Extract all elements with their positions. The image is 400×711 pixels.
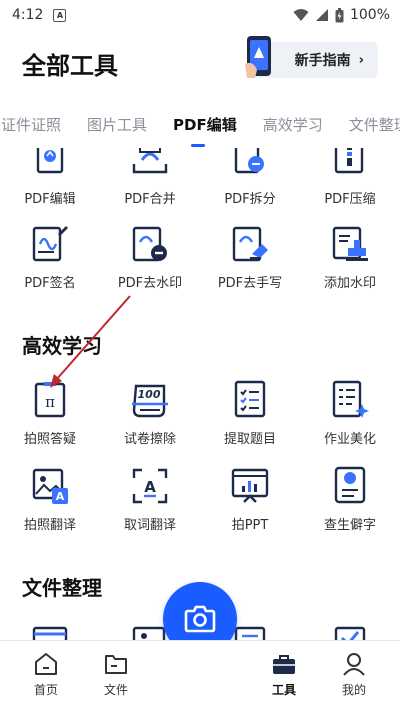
tool-label: 添加水印 [323,276,376,291]
active-tab-indicator [191,144,205,147]
svg-text:A: A [56,490,65,503]
file-check-icon [334,626,366,640]
tool-label: 提取题目 [223,432,276,447]
photo-ppt-icon [231,468,269,503]
status-bar: 4:12 A 100% [0,0,400,30]
tool-label: PDF压缩 [324,192,376,207]
tool-photo-answer[interactable]: π 拍照答疑 [0,380,100,447]
pdf-compress-icon [334,148,364,174]
notification-icon: A [53,8,67,22]
pdf-edit-icon [36,148,64,174]
page-title: 全部工具 [22,52,118,80]
tool-label: PDF去水印 [117,276,183,291]
tool-label: 作业美化 [323,432,376,447]
tool-label: 查生僻字 [323,518,376,533]
tool-pdf-remove-handwriting[interactable]: PDF去手写 [200,224,300,291]
pdf-tools-row-2: PDF签名 PDF去水印 PDF去手写 添加水印 [0,224,400,291]
photo-answer-icon: π [34,382,66,418]
tool-file-4[interactable] [300,624,400,640]
category-tabs: 证件证照 图片工具 PDF编辑 高效学习 文件整理 [0,102,400,148]
svg-text:π: π [45,393,55,411]
pdf-split-icon [234,148,264,174]
nav-home[interactable]: 首页 [16,651,76,698]
homework-beautify-icon [332,380,369,418]
tool-word-translate[interactable]: A 取词翻译 [100,466,200,533]
tool-label: 拍照答疑 [23,432,76,447]
status-time: 4:12 [12,7,44,23]
tool-add-watermark[interactable]: 添加水印 [300,224,400,291]
tool-label: PDF去手写 [217,276,283,291]
tool-exam-erase[interactable]: 100 试卷擦除 [100,380,200,447]
rare-char-icon [334,466,366,504]
chevron-right-icon: › [358,52,364,68]
section-title-study: 高效学习 [22,334,102,358]
tool-pdf-split[interactable]: PDF拆分 [200,148,300,207]
tool-homework-beautify[interactable]: 作业美化 [300,380,400,447]
tool-file-1[interactable] [0,624,100,640]
tool-photo-translate[interactable]: A 拍照翻译 [0,466,100,533]
beginner-guide-button[interactable]: 新手指南 › [244,36,378,78]
add-watermark-icon [332,226,368,261]
tool-pdf-remove-watermark[interactable]: PDF去水印 [100,224,200,291]
nav-profile[interactable]: 我的 [324,651,384,698]
folder-icon [105,655,127,674]
tool-label: 拍PPT [231,518,269,533]
tool-label: PDF签名 [24,276,76,291]
nav-label: 首页 [33,683,58,697]
word-translate-icon: A [132,468,168,504]
pdf-remove-watermark-icon [132,226,167,262]
header: 全部工具 新手指南 › [0,36,400,92]
tool-label: PDF拆分 [224,192,276,207]
extract-question-icon [234,380,266,418]
tool-photo-ppt[interactable]: 拍PPT [200,466,300,533]
guide-label: 新手指南 [294,53,351,69]
file-scan-icon [32,626,68,640]
tab-study[interactable]: 高效学习 [250,114,336,135]
nav-label: 我的 [341,683,366,697]
camera-icon [184,605,216,633]
tool-label: 拍照翻译 [23,518,76,533]
svg-text:100: 100 [138,388,161,401]
pdf-merge-icon [132,148,168,174]
tool-label: 试卷擦除 [123,432,176,447]
tool-list[interactable]: PDF编辑 PDF合并 PDF拆分 PDF压缩 PDF签名 PDF去水印 PDF… [0,148,400,640]
exam-erase-icon: 100 [132,384,168,418]
battery-percent: 100% [349,7,390,23]
nav-label: 文件 [103,683,128,697]
pdf-remove-handwriting-icon [232,226,268,262]
user-icon [343,653,365,676]
svg-text:A: A [144,478,156,496]
pdf-tools-row-1: PDF编辑 PDF合并 PDF拆分 PDF压缩 [0,148,400,207]
tool-label: PDF合并 [124,192,176,207]
nav-label: 工具 [271,683,296,697]
tab-file-organize[interactable]: 文件整理 [336,114,400,135]
tool-extract-question[interactable]: 提取题目 [200,380,300,447]
phone-guide-icon [244,36,271,78]
wifi-icon [293,9,309,21]
tab-pdf-edit[interactable]: PDF编辑 [160,114,250,135]
pdf-sign-icon [32,226,68,262]
study-tools-row-1: π 拍照答疑 100 试卷擦除 提取题目 作业美化 [0,380,400,447]
nav-files[interactable]: 文件 [86,651,146,698]
tool-label: PDF编辑 [24,192,76,207]
toolbox-icon [273,655,295,674]
tab-image-tools[interactable]: 图片工具 [74,114,160,135]
home-icon [35,653,57,675]
battery-icon [335,7,344,22]
bottom-nav: 首页 文件 工具 我的 [0,640,400,711]
nav-tools[interactable]: 工具 [254,651,314,698]
tool-pdf-edit[interactable]: PDF编辑 [0,148,100,207]
tool-rare-char[interactable]: 查生僻字 [300,466,400,533]
photo-translate-icon: A [32,468,68,504]
study-tools-row-2: A 拍照翻译 A 取词翻译 拍PPT 查生僻字 [0,466,400,533]
tool-pdf-compress[interactable]: PDF压缩 [300,148,400,207]
section-title-files: 文件整理 [22,576,102,600]
tab-id-photo[interactable]: 证件证照 [0,114,74,135]
tool-pdf-merge[interactable]: PDF合并 [100,148,200,207]
tool-pdf-sign[interactable]: PDF签名 [0,224,100,291]
tool-label: 取词翻译 [123,518,176,533]
signal-icon [315,9,328,21]
